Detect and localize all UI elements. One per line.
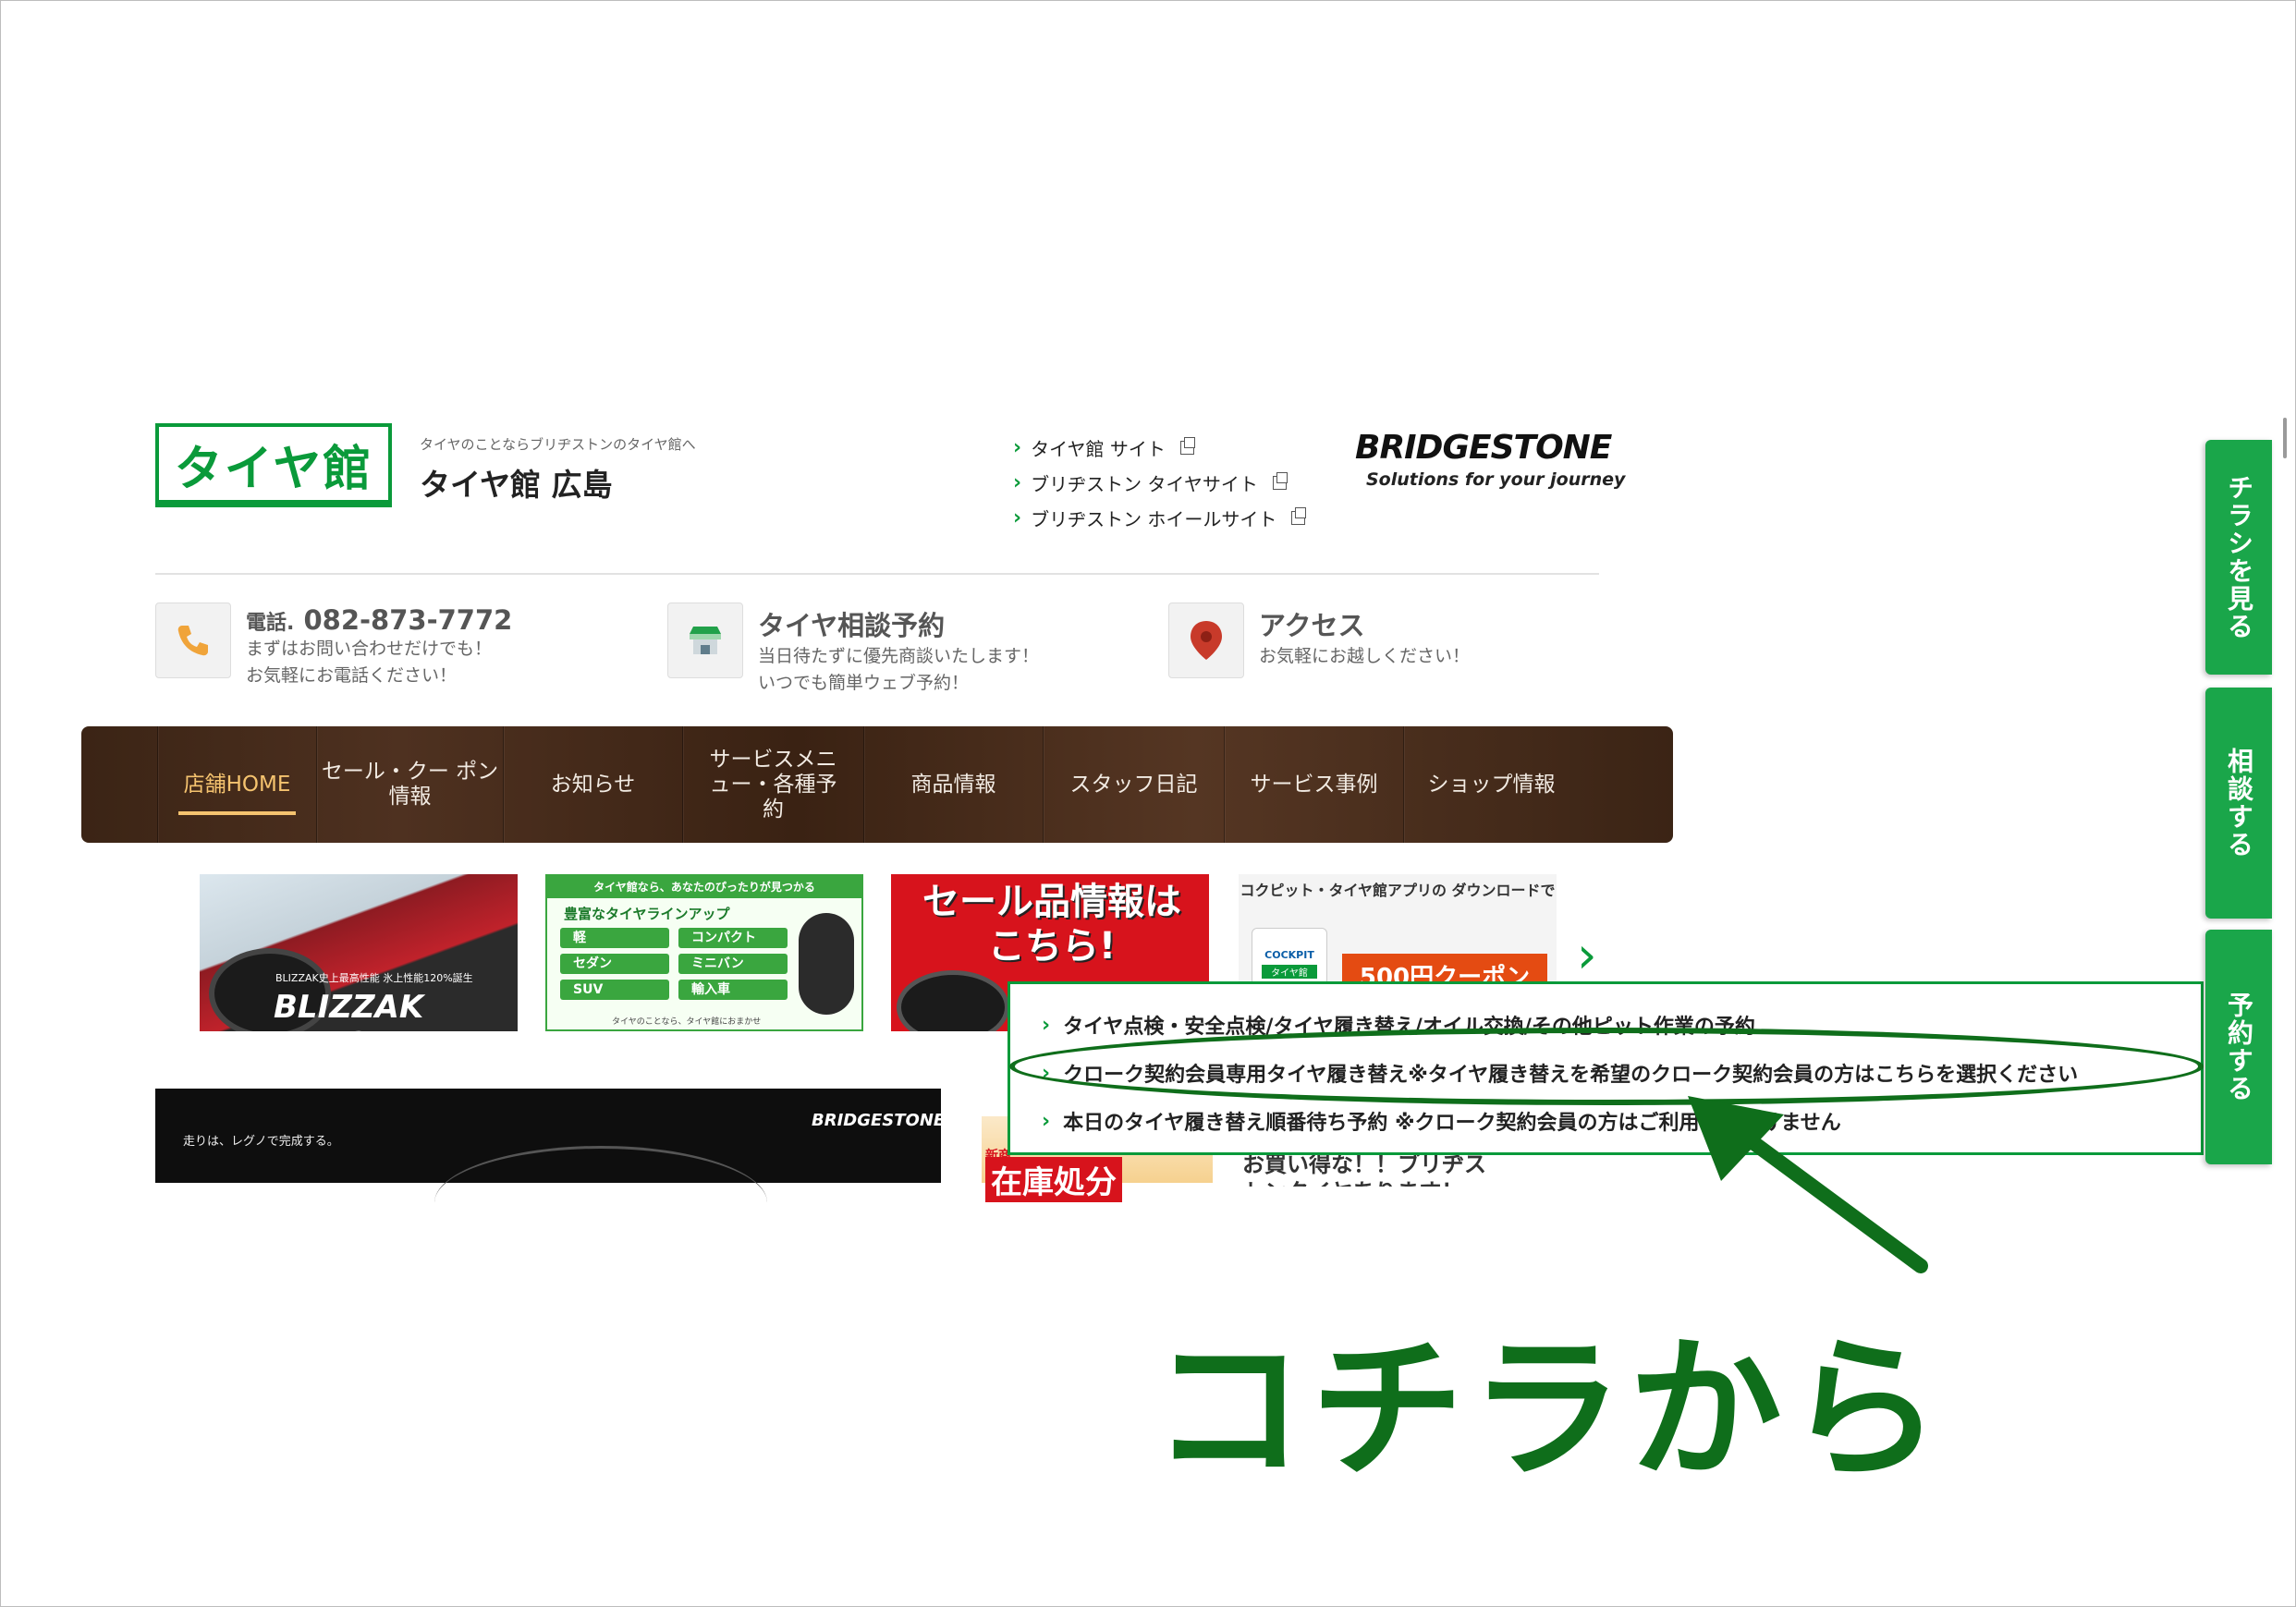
lineup-footer: タイヤのことなら、タイヤ館におまかせ <box>612 1017 762 1027</box>
nav-item-sale-coupon[interactable]: セール・クー ポン情報 <box>316 726 503 843</box>
consult-block[interactable]: タイヤ相談予約 当日待たずに優先商談いたします！ いつでも簡単ウェブ予約！ <box>758 604 1039 697</box>
nav-item-service-menu[interactable]: サービスメニ ュー・各種予 約 <box>682 726 863 843</box>
bridgestone-tagline: Solutions for your journey <box>1366 469 1626 490</box>
bridgestone-logo[interactable]: BRIDGESTONE <box>1355 429 1612 467</box>
chevron-right-icon: › <box>1013 436 1022 459</box>
phone-block[interactable]: 電話. 082-873-7772 まずはお問い合わせだけでも！ お気軽にお電話く… <box>246 604 512 689</box>
shop-icon <box>667 603 743 678</box>
clearance-title: 在庫処分 <box>985 1157 1122 1202</box>
chevron-right-icon: › <box>1013 506 1022 530</box>
phone-note-1: まずはお問い合わせだけでも！ <box>246 639 493 659</box>
consult-note-1: 当日待たずに優先商談いたします！ <box>758 646 1040 666</box>
lineup-cell: コンパクト <box>678 928 788 948</box>
external-link-icon <box>1291 507 1307 525</box>
blizzak-tagline: BLIZZAK史上最高性能 氷上性能120%誕生 <box>275 972 473 984</box>
lineup-header: タイヤ館なら、あなたのぴったりが見つかる <box>547 876 861 898</box>
lineup-cell: SUV <box>560 980 669 1000</box>
banner-blizzak[interactable]: BLIZZAK史上最高性能 氷上性能120%誕生 BLIZZAK VRX3 <box>200 874 518 1031</box>
phone-note-2: お気軽にお電話ください！ <box>246 665 458 686</box>
lineup-cell: 軽 <box>560 928 669 948</box>
external-link-icon <box>1179 437 1195 455</box>
promo-text-2: トンタイヤあります！ <box>1242 1174 1463 1187</box>
annotation-callout: コチラから <box>1152 1321 1947 1500</box>
site-tagline: タイヤのことならブリヂストンのタイヤ館へ <box>420 436 696 453</box>
header-divider <box>155 573 1599 575</box>
chevron-right-icon: › <box>1042 1109 1051 1133</box>
lineup-cell: セダン <box>560 954 669 974</box>
main-nav: 店舗HOME セール・クー ポン情報 お知らせ サービスメニ ュー・各種予 約 … <box>81 726 1673 843</box>
cockpit-logo: COCKPIT <box>1264 949 1314 961</box>
chevron-right-icon: › <box>1042 1013 1051 1037</box>
logo-underline <box>155 500 392 507</box>
side-tab-consult[interactable]: 相談する <box>2205 688 2272 919</box>
lineup-cell: ミニバン <box>678 954 788 974</box>
lineup-grid: 軽 コンパクト セダン ミニバン SUV 輸入車 <box>560 928 789 1000</box>
store-name: タイヤ館 広島 <box>420 467 613 503</box>
chevron-right-icon: › <box>1013 471 1022 494</box>
nav-item-store-home[interactable]: 店舗HOME <box>157 726 316 843</box>
nav-item-products[interactable]: 商品情報 <box>863 726 1043 843</box>
access-note: お気軽にお越しください！ <box>1259 646 1471 666</box>
nav-item-staff-diary[interactable]: スタッフ日記 <box>1043 726 1224 843</box>
tireyakan-logo[interactable]: タイヤ館 <box>155 423 392 505</box>
consult-title: タイヤ相談予約 <box>758 610 946 641</box>
access-block[interactable]: アクセス お気軽にお越しください！ <box>1259 604 1470 670</box>
external-link-icon <box>1272 472 1288 490</box>
link-bridgestone-wheel-site[interactable]: › ブリヂストン ホイールサイト <box>1013 505 1307 531</box>
lineup-title: 豊富なタイヤラインアップ <box>564 906 730 922</box>
lineup-cell: 輸入車 <box>678 980 788 1000</box>
highlight-ellipse <box>1009 1028 2204 1105</box>
scrollbar-thumb[interactable] <box>2283 418 2287 458</box>
side-tab-reserve[interactable]: 予約する <box>2205 930 2272 1164</box>
tire-stack-graphic <box>799 913 854 1015</box>
phone-mockup-logo: タイヤ館 <box>1262 965 1317 979</box>
regno-copy: 走りは、レグノで完成する。 <box>183 1135 339 1149</box>
carousel-next-arrow[interactable]: › <box>1577 926 1597 984</box>
consult-note-2: いつでも簡単ウェブ予約！ <box>758 673 970 693</box>
app-banner-title: コクピット・タイヤ館アプリの ダウンロードで <box>1240 882 1556 899</box>
side-tab-view-flyer[interactable]: チラシを見る <box>2205 440 2272 675</box>
link-bridgestone-tire-site[interactable]: › ブリヂストン タイヤサイト <box>1013 469 1288 496</box>
phone-icon <box>155 603 231 678</box>
map-pin-icon <box>1168 603 1244 678</box>
nav-item-news[interactable]: お知らせ <box>503 726 682 843</box>
tire-graphic <box>897 970 1009 1031</box>
bridgestone-small-logo: BRIDGESTONE <box>812 1111 946 1130</box>
access-title: アクセス <box>1259 610 1365 641</box>
car-silhouette <box>434 1146 767 1260</box>
annotation-arrow-icon <box>1688 1096 1928 1273</box>
nav-item-shop-info[interactable]: ショップ情報 <box>1403 726 1579 843</box>
nav-item-service-cases[interactable]: サービス事例 <box>1224 726 1403 843</box>
phone-number[interactable]: 082-873-7772 <box>303 604 512 636</box>
link-tireyakan-site[interactable]: › タイヤ館 サイト <box>1013 434 1195 461</box>
phone-prefix: 電話. <box>246 612 295 635</box>
sale-title: セール品情報は こちら! <box>922 881 1181 968</box>
banner-tire-lineup[interactable]: タイヤ館なら、あなたのぴったりが見つかる 豊富なタイヤラインアップ 軽 コンパク… <box>545 874 863 1031</box>
blizzak-title: BLIZZAK VRX3 <box>274 989 424 1031</box>
